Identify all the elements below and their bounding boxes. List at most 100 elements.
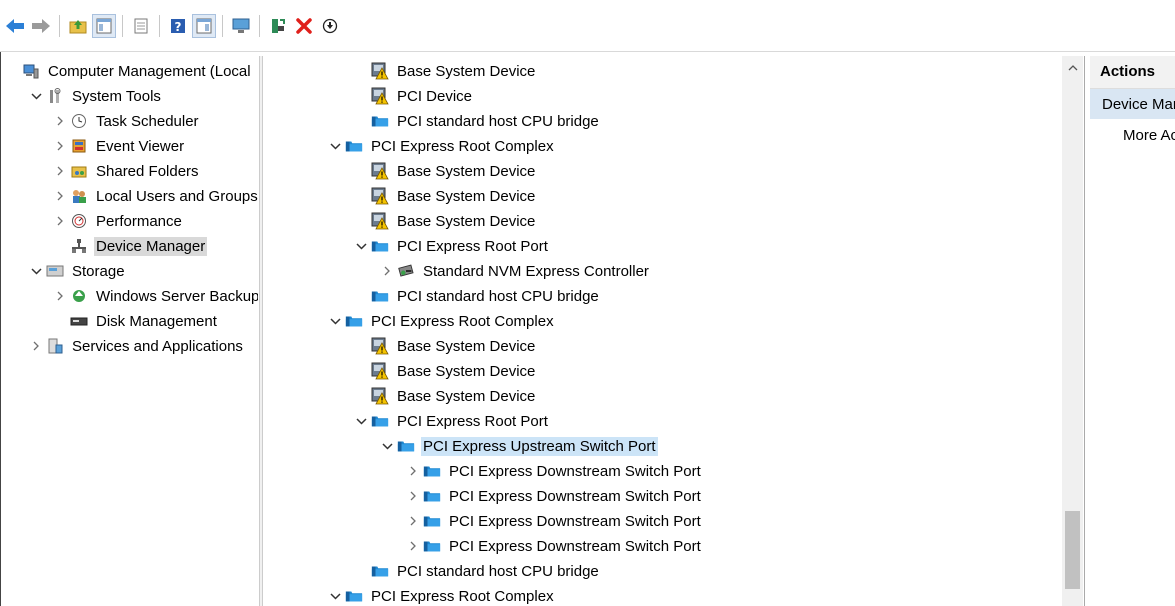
device-tree-item-label: PCI Express Downstream Switch Port [449,462,701,480]
chevron-right-icon[interactable] [53,189,67,203]
pane-splitter[interactable] [1084,56,1089,606]
chevron-right-icon[interactable] [380,264,394,278]
device-tree-item-pci-device[interactable]: PCI Device [354,84,474,108]
more-actions-link[interactable]: More Actions [1090,119,1175,144]
console-tree-item-device-manager[interactable]: Device Manager [53,234,208,258]
chevron-down-icon[interactable] [328,314,342,328]
monitor-scan-icon [232,18,250,33]
chevron-down-icon[interactable] [354,414,368,428]
toolbar-separator [222,14,223,37]
chevron-right-icon[interactable] [406,539,420,553]
device-tree-item-pci-express-downstream-switch-port[interactable]: PCI Express Downstream Switch Port [406,484,703,508]
users-icon [70,187,88,205]
update-driver-button[interactable] [267,15,289,37]
device-tree-item-pci-express-root-complex[interactable]: PCI Express Root Complex [328,584,556,606]
disable-device-button[interactable] [319,15,341,37]
device-tree-item-pci-express-root-complex[interactable]: PCI Express Root Complex [328,309,556,333]
device-tree-item-pci-standard-host-cpu-bridge[interactable]: PCI standard host CPU bridge [354,559,601,583]
chevron-down-icon[interactable] [380,439,394,453]
console-tree-item-system-tools[interactable]: System Tools [29,84,163,108]
device-tree-item-label: Base System Device [397,62,536,80]
back-button[interactable] [4,15,26,37]
properties-icon [134,18,148,33]
console-tree-item-computer-management-local[interactable]: Computer Management (Local [5,59,253,83]
chevron-right-icon[interactable] [406,464,420,478]
device-tree-item-label: Base System Device [397,337,536,355]
chevron-down-icon[interactable] [328,589,342,603]
chevron-down-icon[interactable] [29,264,43,278]
help-icon: ? [171,18,185,34]
forward-arrow-icon [32,18,50,33]
chevron-right-icon[interactable] [53,114,67,128]
device-tree-item-base-system-device[interactable]: Base System Device [354,334,537,358]
device-tree-item-standard-nvm-express-controller[interactable]: Standard NVM Express Controller [380,259,651,283]
console-tree-item-storage[interactable]: Storage [29,259,127,283]
console-tree-item-label: Local Users and Groups [96,187,258,205]
console-tree-item-label: Storage [72,262,125,280]
clock-icon [70,112,88,130]
device-tree-item-pci-standard-host-cpu-bridge[interactable]: PCI standard host CPU bridge [354,109,601,133]
shared-folder-icon [70,162,88,180]
device-tree-item-pci-standard-host-cpu-bridge[interactable]: PCI standard host CPU bridge [354,284,601,308]
chevron-right-icon[interactable] [53,289,67,303]
folder-up-icon [69,19,87,33]
console-tree-item-disk-management[interactable]: Disk Management [53,309,219,333]
console-tree-item-task-scheduler[interactable]: Task Scheduler [53,109,201,133]
forward-button[interactable] [30,15,52,37]
chevron-right-icon[interactable] [406,489,420,503]
chevron-right-icon[interactable] [29,339,43,353]
console-tree-item-shared-folders[interactable]: Shared Folders [53,159,201,183]
system-device-icon [345,587,363,605]
device-tree-item-base-system-device[interactable]: Base System Device [354,384,537,408]
device-tree-item-pci-express-downstream-switch-port[interactable]: PCI Express Downstream Switch Port [406,509,703,533]
device-tree-item-pci-express-upstream-switch-port[interactable]: PCI Express Upstream Switch Port [380,434,658,458]
device-tree-item-base-system-device[interactable]: Base System Device [354,209,537,233]
console-tree-item-windows-server-backup[interactable]: Windows Server Backup [53,284,258,308]
warning-device-icon [371,387,389,405]
properties-button[interactable] [130,15,152,37]
pane-splitter[interactable] [259,56,263,606]
device-tree-item-pci-express-downstream-switch-port[interactable]: PCI Express Downstream Switch Port [406,459,703,483]
console-tree-item-label: System Tools [72,87,161,105]
chevron-right-icon[interactable] [53,164,67,178]
device-tree-item-label: Base System Device [397,362,536,380]
chevron-right-icon[interactable] [406,514,420,528]
console-tree-item-label: Windows Server Backup [96,287,258,305]
device-tree-item-label: PCI standard host CPU bridge [397,562,599,580]
device-tree-item-base-system-device[interactable]: Base System Device [354,184,537,208]
console-tree-item-local-users-and-groups[interactable]: Local Users and Groups [53,184,258,208]
red-x-icon [296,17,312,34]
scan-hardware-button[interactable] [230,15,252,37]
actions-section-device-manager[interactable]: Device Manager [1090,89,1175,119]
device-tree-item-pci-express-root-port[interactable]: PCI Express Root Port [354,409,550,433]
update-driver-icon [272,18,285,33]
uninstall-device-button[interactable] [293,15,315,37]
help-button[interactable]: ? [167,15,189,37]
device-tree-item-base-system-device[interactable]: Base System Device [354,159,537,183]
chevron-right-icon[interactable] [53,214,67,228]
console-tree-item-event-viewer[interactable]: Event Viewer [53,134,186,158]
show-hide-console-tree-button[interactable] [92,13,116,38]
scroll-up-button[interactable] [1062,56,1083,78]
device-tree-item-label: PCI Express Root Complex [371,137,554,155]
device-tree-item-base-system-device[interactable]: Base System Device [354,359,537,383]
chevron-down-icon[interactable] [328,139,342,153]
scrollbar-thumb[interactable] [1065,511,1080,589]
device-tree-item-base-system-device[interactable]: Base System Device [354,59,537,83]
device-tree-item-pci-express-downstream-switch-port[interactable]: PCI Express Downstream Switch Port [406,534,703,558]
system-device-icon [371,287,389,305]
console-tree-item-performance[interactable]: Performance [53,209,184,233]
console-tree-item-services-and-applications[interactable]: Services and Applications [29,334,245,358]
chevron-down-icon[interactable] [29,89,43,103]
vertical-scrollbar[interactable] [1062,56,1083,606]
device-tree-item-pci-express-root-complex[interactable]: PCI Express Root Complex [328,134,556,158]
device-tree-item-pci-express-root-port[interactable]: PCI Express Root Port [354,234,550,258]
chevron-right-icon[interactable] [53,139,67,153]
show-hide-action-pane-button[interactable] [192,13,216,38]
system-device-icon [423,537,441,555]
chevron-down-icon[interactable] [354,239,368,253]
device-tree-item-label: PCI Device [397,87,473,105]
up-level-button[interactable] [67,15,89,37]
